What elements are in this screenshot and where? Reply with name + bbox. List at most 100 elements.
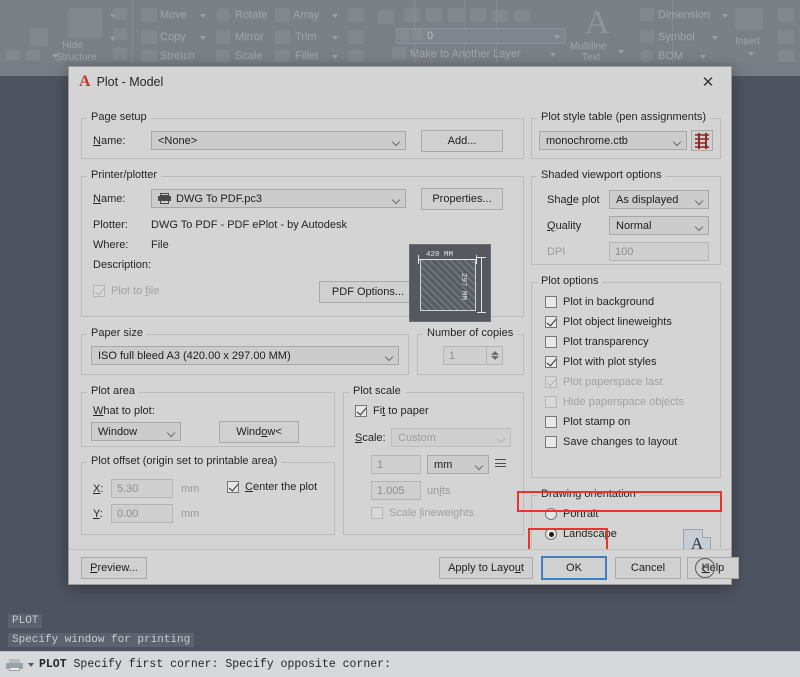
center-the-plot-checkbox[interactable]: Center the plot (227, 481, 317, 493)
plot-option-plot-object-lineweights[interactable]: Plot object lineweights (545, 316, 672, 328)
fit-to-paper-checkbox[interactable]: Fit to paper (355, 405, 429, 417)
offset-y-input[interactable]: 0.00 (111, 504, 173, 523)
printer-name-value: DWG To PDF.pc3 (176, 192, 262, 205)
scale-numerator-input[interactable]: 1 (371, 455, 421, 474)
stepper-up-icon[interactable] (491, 351, 499, 355)
plot-option-plot-stamp-on[interactable]: Plot stamp on (545, 416, 630, 428)
copies-value: 1 (449, 349, 456, 362)
plot-option-hide-paperspace-objects[interactable]: Hide paperspace objects (545, 396, 684, 408)
checkbox-box (545, 416, 557, 428)
printer-name-combo[interactable]: DWG To PDF.pc3 (151, 189, 406, 208)
plot-option-plot-transparency[interactable]: Plot transparency (545, 336, 649, 348)
plot-style-edit-button[interactable] (691, 130, 713, 151)
page-setup-group-title: Page setup (87, 111, 151, 123)
plot-option-plot-paperspace-last[interactable]: Plot paperspace last (545, 376, 663, 388)
plotter-label: Plotter: (93, 219, 128, 231)
option-label: Plot in background (563, 296, 655, 308)
close-icon[interactable]: ✕ (685, 67, 731, 97)
paper-size-group: Paper size ISO full bleed A3 (420.00 x 2… (81, 327, 409, 375)
preview-button[interactable]: Preview... (81, 557, 147, 579)
paper-size-value: ISO full bleed A3 (420.00 x 297.00 MM) (98, 349, 291, 362)
plot-option-plot-with-plot-styles[interactable]: Plot with plot styles (545, 356, 657, 368)
dpi-input[interactable]: 100 (609, 242, 709, 261)
ribbon-label-trim: Trim (295, 31, 317, 43)
scale-lineweights-label: Scale lineweights (389, 507, 475, 519)
command-token-prompt: Specify window for printing (8, 633, 195, 647)
page-setup-name-combo[interactable]: <None> (151, 131, 406, 150)
pdf-options-button[interactable]: PDF Options... (319, 281, 417, 303)
option-label: Plot paperspace last (563, 376, 663, 388)
collapse-panel-button[interactable] (695, 558, 715, 578)
what-to-plot-value: Window (98, 425, 138, 438)
plot-offset-group-title: Plot offset (origin set to printable are… (87, 455, 282, 467)
shaded-viewport-group-title: Shaded viewport options (537, 169, 666, 181)
ribbon-label-symbol: Symbol (658, 31, 695, 43)
scale-combo[interactable]: Custom (391, 428, 511, 447)
shade-plot-value: As displayed (616, 193, 679, 206)
paper-preview-sheet (420, 259, 476, 311)
dialog-title: Plot - Model (96, 75, 164, 89)
apply-to-layout-button[interactable]: Apply to Layout (439, 557, 533, 579)
offset-x-input[interactable]: 5.30 (111, 479, 173, 498)
plot-style-table-group-title: Plot style table (pen assignments) (537, 111, 711, 123)
ok-button[interactable]: OK (541, 556, 607, 580)
scale-lineweights-checkbox[interactable]: Scale lineweights (371, 507, 474, 519)
description-label: Description: (93, 259, 152, 271)
copies-group-title: Number of copies (423, 327, 518, 339)
offset-y-label: Y: (93, 508, 103, 520)
dialog-footer: Preview... Apply to Layout OK Cancel Hel… (69, 549, 739, 584)
preview-button-label: Preview... (90, 562, 138, 574)
paper-width-label: 420 MM (426, 251, 454, 259)
dpi-value: 100 (615, 245, 634, 258)
plot-option-save-changes-to-layout[interactable]: Save changes to layout (545, 436, 677, 448)
cancel-button[interactable]: Cancel (615, 557, 681, 579)
ribbon-toolbar: Hide Structure Move Rotate Array Copy Mi… (0, 0, 800, 62)
ribbon-label-make-layer: Make to Another Layer (410, 48, 521, 60)
scale-label: Scale: (355, 432, 386, 444)
page-setup-name-label: Name: (93, 135, 126, 147)
what-to-plot-combo[interactable]: Window (91, 422, 181, 441)
chevron-down-icon (393, 139, 400, 143)
command-input-bar[interactable]: PLOT Specify first corner: Specify oppos… (0, 651, 800, 677)
ribbon-label-array: Array (293, 9, 320, 21)
stepper-down-icon[interactable] (491, 356, 499, 360)
checkbox-box (371, 507, 383, 519)
printer-properties-button[interactable]: Properties... (421, 188, 503, 210)
fit-to-paper-label: Fit to paper (373, 405, 429, 417)
scale-menu-icon[interactable] (495, 459, 506, 468)
quality-combo[interactable]: Normal (609, 216, 709, 235)
ribbon-label-insert: Insert (735, 36, 761, 47)
scale-denominator-input[interactable]: 1.005 (371, 481, 421, 500)
plot-options-group-title: Plot options (537, 275, 603, 287)
page-setup-group: Page setup Name: <None> Add... (81, 111, 524, 159)
dpi-label: DPI (547, 246, 566, 258)
chevron-down-icon[interactable] (28, 662, 34, 667)
plot-scale-group: Plot scale Fit to paper Scale: Custom 1 … (343, 385, 524, 535)
copies-input[interactable]: 1 (443, 346, 487, 365)
scale-denominator-value: 1.005 (377, 484, 405, 497)
copies-group: Number of copies 1 (417, 327, 524, 375)
chevron-down-icon (498, 436, 505, 440)
checkbox-box (545, 396, 557, 408)
checkbox-box (545, 316, 557, 328)
printer-name-label: Name: (93, 193, 126, 205)
paper-size-combo[interactable]: ISO full bleed A3 (420.00 x 297.00 MM) (91, 346, 399, 365)
quality-label: Quality (547, 220, 582, 232)
copies-stepper[interactable] (487, 346, 503, 365)
offset-x-value: 5.30 (117, 482, 139, 495)
chevron-down-icon (386, 354, 393, 358)
ok-button-label: OK (566, 562, 582, 574)
add-page-setup-button[interactable]: Add... (421, 130, 503, 152)
plot-style-table-combo[interactable]: monochrome.ctb (539, 131, 687, 150)
shade-plot-combo[interactable]: As displayed (609, 190, 709, 209)
where-value: File (151, 239, 169, 251)
plotter-value: DWG To PDF - PDF ePlot - by Autodesk (151, 219, 348, 231)
window-pick-button[interactable]: Window< (219, 421, 299, 443)
center-the-plot-label: Center the plot (245, 481, 318, 493)
ribbon-label-bom: BOM (658, 50, 684, 62)
plot-option-plot-in-background[interactable]: Plot in background (545, 296, 654, 308)
scale-value: Custom (398, 431, 436, 444)
plot-to-file-checkbox[interactable]: Plot to file (93, 285, 159, 297)
ribbon-layer-value: 0 (427, 30, 434, 42)
scale-unit-combo[interactable]: mm (427, 455, 489, 474)
